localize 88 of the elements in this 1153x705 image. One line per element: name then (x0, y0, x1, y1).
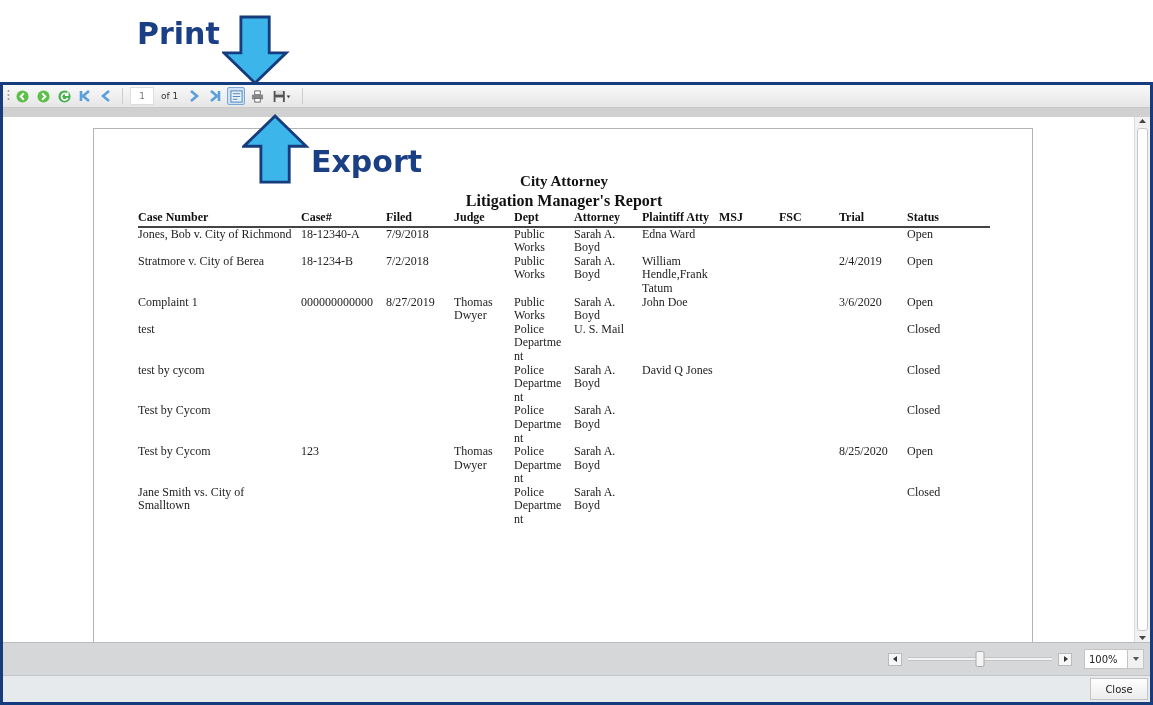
close-button[interactable]: Close (1090, 678, 1148, 700)
table-cell: 000000000000 (301, 295, 386, 323)
table-cell-text: John Doe (642, 295, 689, 311)
table-cell-text: Jane Smith vs. City of Smalltown (138, 485, 246, 515)
table-cell: 3/6/2020 (839, 295, 907, 323)
page-count: of 1 (161, 91, 179, 101)
table-cell-text: David Q Jones (642, 363, 714, 379)
table-cell: Sarah A. Boyd (574, 254, 642, 296)
table-cell-text: Closed (907, 322, 942, 338)
refresh-icon (57, 89, 71, 103)
dropdown-button[interactable] (1127, 650, 1143, 668)
forward-icon (36, 89, 50, 103)
table-cell: 7/9/2018 (386, 226, 454, 255)
table-cell: Police Department (514, 363, 574, 405)
column-header: MSJ (719, 211, 779, 227)
table-cell-text: Closed (907, 404, 942, 420)
caret-icon (1132, 657, 1139, 661)
table-cell: Police Department (514, 445, 574, 486)
table-cell: Sarah A. Boyd (574, 226, 642, 255)
column-header: Filed (386, 211, 454, 227)
table-cell: 18-1234-B (301, 254, 386, 296)
table-cell: 8/25/2020 (839, 445, 907, 486)
vertical-scrollbar[interactable] (1134, 117, 1150, 642)
table-cell: Police Department (514, 322, 574, 364)
table-cell: Thomas Dwyer (454, 295, 514, 323)
zoom-out-button[interactable] (888, 652, 902, 666)
table-cell-text: test (138, 322, 156, 338)
column-header: Case# (301, 211, 386, 227)
printer-icon (250, 89, 264, 103)
refresh-button[interactable] (55, 87, 73, 105)
table-cell-text: Stratmore v. City of Berea (138, 254, 266, 270)
table-cell: 2/4/2019 (839, 254, 907, 296)
table-cell-text: Open (907, 295, 934, 311)
document-icon (229, 89, 243, 103)
column-header: FSC (779, 211, 839, 227)
table-cell-text: U. S. Mail (574, 322, 625, 338)
table-cell: Public Works (514, 226, 574, 255)
report-subtitle: Litigation Manager's Report (464, 191, 664, 211)
table-cell-text: 123 (301, 445, 320, 461)
first-page-icon (78, 89, 92, 103)
floppy-disk-icon (272, 89, 293, 103)
column-header: Plaintiff Atty (642, 211, 719, 227)
table-cell: Police Department (514, 404, 574, 446)
table-cell-text: Closed (907, 485, 942, 501)
table-cell-text: William Hendle,Frank Tatum (642, 254, 709, 296)
table-cell: Public Works (514, 295, 574, 323)
table-cell-text: Open (907, 445, 934, 461)
table-cell-text: Sarah A. Boyd (574, 485, 617, 515)
table-cell: Open (907, 226, 990, 255)
back-icon (15, 89, 29, 103)
column-header: Dept (514, 211, 574, 227)
table-cell: 18-12340-A (301, 226, 386, 255)
table-cell: Police Department (514, 485, 574, 527)
table-cell: Edna Ward (642, 226, 719, 255)
table-cell-text: Closed (907, 363, 942, 379)
table-cell-text: Test by Cycom (138, 445, 212, 461)
forward-button[interactable] (34, 87, 52, 105)
table-cell-text: Sarah A. Boyd (574, 445, 617, 474)
callout-arrow (242, 114, 310, 184)
right-triangle-icon (1062, 656, 1068, 662)
slider-thumb[interactable] (975, 651, 985, 667)
column-header: Status (907, 211, 990, 227)
print-layout-button[interactable] (227, 87, 246, 105)
table-cell: Sarah A. Boyd (574, 295, 642, 323)
callout-label: Print (137, 19, 220, 49)
grip-icon (7, 89, 10, 103)
table-cell: Sarah A. Boyd (574, 363, 642, 405)
column-header: Case Number (138, 211, 301, 227)
last-page-icon (208, 89, 223, 103)
table-cell-text: Open (907, 254, 934, 270)
back-button[interactable] (13, 87, 31, 105)
table-cell-text: test by cycom (138, 363, 206, 379)
table-cell-text: 7/2/2018 (386, 254, 430, 270)
zoom-in-button[interactable] (1058, 652, 1072, 666)
table-cell-text: Sarah A. Boyd (574, 404, 617, 433)
table-cell: 8/27/2019 (386, 295, 454, 323)
table-cell: Public Works (514, 254, 574, 296)
table-cell: Complaint 1 (138, 295, 301, 323)
callout-label: Export (311, 147, 423, 177)
zoom-dropdown[interactable]: 100% (1084, 649, 1144, 669)
page-number-field[interactable]: 1 (130, 87, 154, 105)
column-header: Trial (839, 211, 907, 227)
report-title: City Attorney (519, 172, 609, 191)
table-cell: Jones, Bob v. City of Richmond (138, 226, 301, 255)
left-triangle-icon (892, 656, 898, 662)
table-cell-text: Test by Cycom (138, 404, 212, 420)
column-header: Attorney (574, 211, 642, 227)
column-header: Judge (454, 211, 514, 227)
